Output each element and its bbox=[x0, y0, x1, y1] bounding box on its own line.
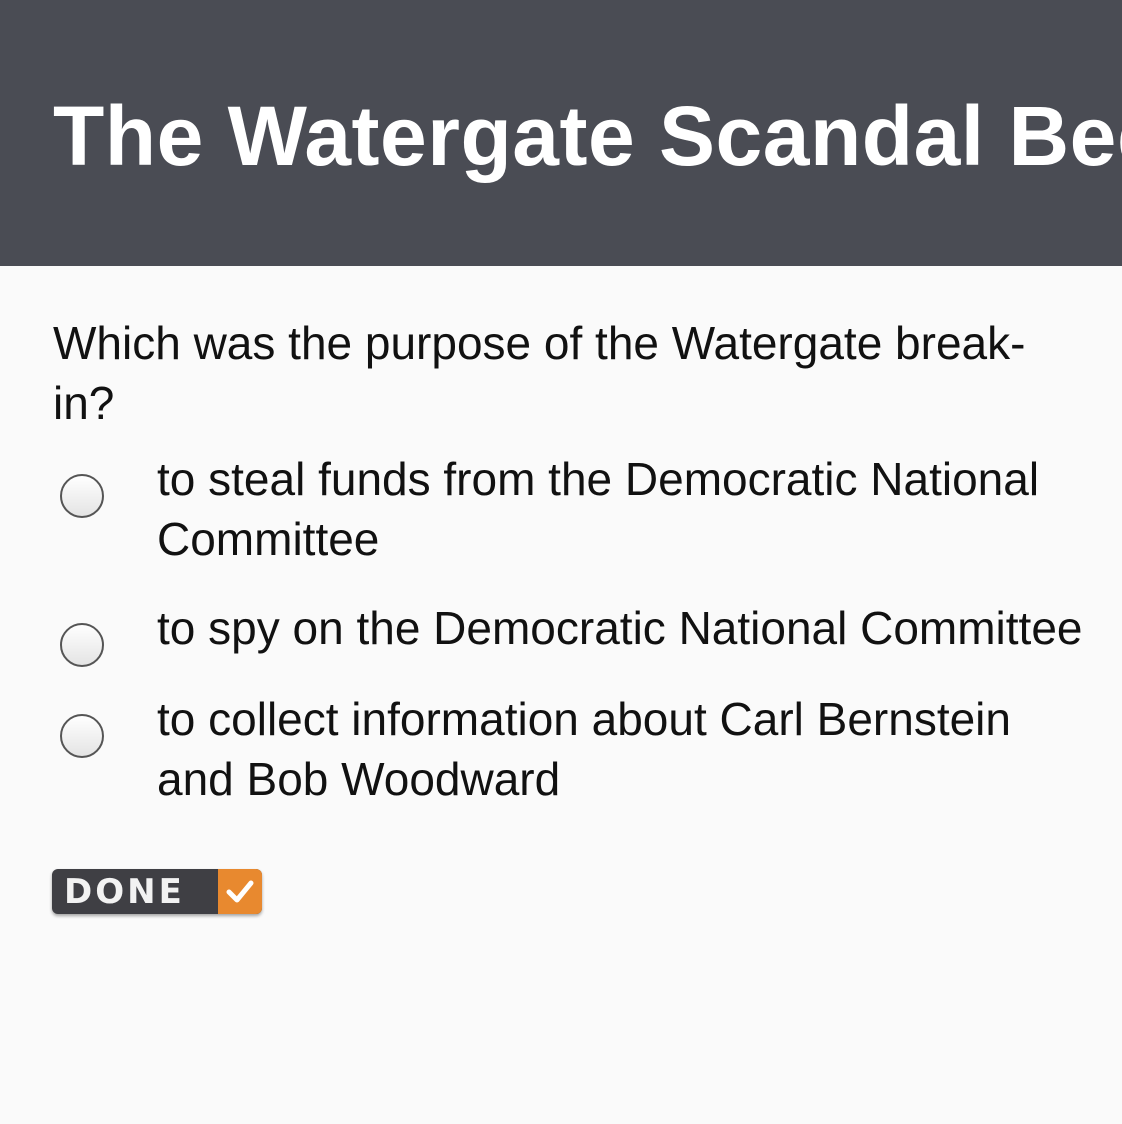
page-header: The Watergate Scandal Begins bbox=[0, 0, 1122, 266]
radio-button[interactable] bbox=[60, 623, 104, 667]
done-button-label: DONE bbox=[64, 872, 185, 912]
answer-option-label: to spy on the Democratic National Commit… bbox=[157, 602, 1083, 654]
page-title: The Watergate Scandal Begins bbox=[53, 89, 1122, 183]
answer-option-label: to steal funds from the Democratic Natio… bbox=[157, 453, 1040, 565]
question-text: Which was the purpose of the Watergate b… bbox=[53, 317, 1026, 429]
checkmark-icon bbox=[218, 869, 262, 914]
radio-button[interactable] bbox=[60, 474, 104, 518]
radio-button[interactable] bbox=[60, 714, 104, 758]
done-button[interactable]: DONE bbox=[52, 869, 262, 914]
answer-option-label: to collect information about Carl Bernst… bbox=[157, 693, 1011, 805]
